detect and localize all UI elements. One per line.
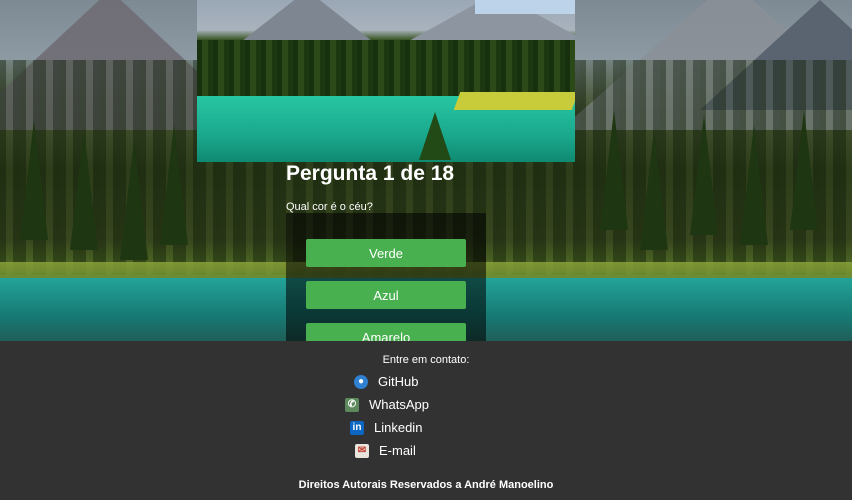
footer: Entre em contato: ● GitHub ✆ WhatsApp in… xyxy=(0,341,852,500)
answer-button-amarelo[interactable]: Amarelo xyxy=(306,323,466,341)
email-label: E-mail xyxy=(379,443,416,458)
email-link[interactable]: ✉ E-mail xyxy=(355,443,416,458)
linkedin-link[interactable]: in Linkedin xyxy=(350,420,422,435)
github-icon: ● xyxy=(354,374,368,389)
hero-image xyxy=(197,0,575,162)
answers-panel: Verde Azul Amarelo xyxy=(286,213,486,341)
answer-button-azul[interactable]: Azul xyxy=(306,281,466,309)
whatsapp-icon: ✆ xyxy=(345,397,359,412)
answer-button-verde[interactable]: Verde xyxy=(306,239,466,267)
whatsapp-link[interactable]: ✆ WhatsApp xyxy=(345,397,429,412)
github-label: GitHub xyxy=(378,374,419,389)
email-icon: ✉ xyxy=(355,443,369,458)
github-link[interactable]: ● GitHub xyxy=(354,374,418,389)
question-counter: Pergunta 1 de 18 xyxy=(286,162,455,185)
whatsapp-label: WhatsApp xyxy=(369,397,429,412)
contact-heading: Entre em contato: xyxy=(382,354,470,366)
question-text: Qual cor é o céu? xyxy=(286,201,373,213)
linkedin-label: Linkedin xyxy=(374,420,423,435)
copyright-text: Direitos Autorais Reservados a André Man… xyxy=(298,479,554,491)
linkedin-icon: in xyxy=(350,420,364,435)
